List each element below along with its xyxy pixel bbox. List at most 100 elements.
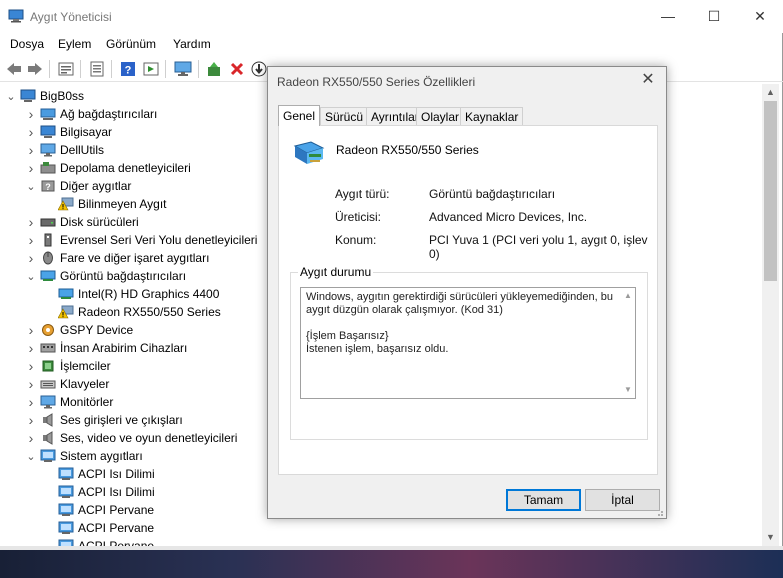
tree-category[interactable]: › Evrensel Seri Veri Yolu denetleyicileri	[26, 231, 258, 249]
display-adapter-icon	[293, 140, 325, 168]
resize-grip-icon[interactable]	[654, 506, 664, 516]
tree-category[interactable]: › İnsan Arabirim Cihazları	[26, 339, 188, 357]
location-label: Konum:	[335, 233, 377, 247]
properties-icon[interactable]	[57, 60, 75, 78]
tree-device[interactable]: Radeon RX550/550 Series	[44, 303, 221, 321]
tree-item-label: Evrensel Seri Veri Yolu denetleyicileri	[60, 233, 258, 247]
menu-view[interactable]: Görünüm	[106, 37, 156, 51]
close-button[interactable]: ✕	[737, 0, 783, 33]
svg-text:?: ?	[45, 182, 51, 192]
download-icon[interactable]	[250, 60, 268, 78]
tree-category[interactable]: › Bilgisayar	[26, 123, 112, 141]
ok-button[interactable]: Tamam	[506, 489, 581, 511]
uninstall-icon[interactable]	[228, 60, 246, 78]
chevron-down-icon[interactable]: ⌄	[6, 87, 16, 105]
tree-category[interactable]: › Ağ bağdaştırıcıları	[26, 105, 158, 123]
tree-root[interactable]: ⌄ BigB0ss	[6, 87, 84, 105]
tree-category[interactable]: › GSPY Device	[26, 321, 134, 339]
monitor-icon[interactable]	[174, 60, 192, 78]
chevron-right-icon[interactable]: ›	[26, 249, 36, 267]
chevron-right-icon[interactable]: ›	[26, 123, 36, 141]
tree-item-label: Diğer aygıtlar	[60, 179, 132, 193]
dialog-close-icon[interactable]: ✕	[638, 70, 658, 90]
speaker-icon	[40, 431, 56, 445]
tree-item-label: Bilgisayar	[60, 125, 113, 139]
chevron-right-icon[interactable]: ›	[26, 231, 36, 249]
properties-dialog: Radeon RX550/550 Series Özellikleri ✕ Ge…	[267, 66, 667, 519]
tree-category[interactable]: › Klavyeler	[26, 375, 110, 393]
chevron-right-icon[interactable]: ›	[26, 357, 36, 375]
back-icon[interactable]	[5, 60, 23, 78]
chevron-right-icon[interactable]: ›	[26, 159, 36, 177]
update-driver-icon[interactable]	[205, 60, 223, 78]
tree-device[interactable]: Intel(R) HD Graphics 4400	[44, 285, 219, 303]
tree-item-label: Disk sürücüleri	[60, 215, 139, 229]
tree-root-label: BigB0ss	[40, 89, 85, 103]
tab-general[interactable]: Genel	[278, 105, 321, 126]
tree-category[interactable]: › Ses, video ve oyun denetleyicileri	[26, 429, 238, 447]
forward-icon[interactable]	[26, 60, 44, 78]
menu-help[interactable]: Yardım	[173, 37, 211, 51]
device-status-textbox[interactable]: Windows, aygıtın gerektirdiği sürücüleri…	[300, 287, 636, 399]
chevron-right-icon[interactable]: ›	[26, 339, 36, 357]
tree-category[interactable]: › Fare ve diğer işaret aygıtları	[26, 249, 210, 267]
tree-category[interactable]: › Ses girişleri ve çıkışları	[26, 411, 183, 429]
tree-category[interactable]: ⌄? Diğer aygıtlar	[26, 177, 131, 195]
help-icon[interactable]: ?	[119, 60, 137, 78]
tree-category[interactable]: › Monitörler	[26, 393, 114, 411]
menu-action[interactable]: Eylem	[58, 37, 91, 51]
chevron-right-icon[interactable]: ›	[26, 105, 36, 123]
tab-driver[interactable]: Sürücü	[320, 107, 369, 125]
maximize-button[interactable]: ☐	[691, 0, 737, 33]
chevron-right-icon[interactable]: ›	[26, 375, 36, 393]
tree-category[interactable]: › DellUtils	[26, 141, 104, 159]
tab-events[interactable]: Olaylar	[416, 107, 465, 125]
scroll-down-arrow-icon[interactable]: ▼	[621, 385, 635, 394]
chevron-down-icon[interactable]: ⌄	[26, 447, 36, 465]
device-manager-icon	[8, 9, 24, 23]
tree-category[interactable]: › Disk sürücüleri	[26, 213, 139, 231]
device-type-label: Aygıt türü:	[335, 187, 390, 201]
chevron-right-icon[interactable]: ›	[26, 213, 36, 231]
tree-device[interactable]: ACPI Pervane	[44, 537, 154, 546]
view-icon[interactable]	[142, 60, 160, 78]
tree-device[interactable]: ACPI Pervane	[44, 519, 154, 537]
chevron-down-icon[interactable]: ⌄	[26, 177, 36, 195]
tab-resources[interactable]: Kaynaklar	[460, 107, 524, 125]
speaker-icon	[40, 413, 56, 427]
chevron-right-icon[interactable]: ›	[26, 429, 36, 447]
tree-category[interactable]: ⌄ Sistem aygıtları	[26, 447, 142, 465]
minimize-button[interactable]: —	[645, 0, 691, 33]
scroll-down-arrow-icon[interactable]: ▼	[762, 529, 779, 546]
scroll-up-arrow-icon[interactable]: ▲	[762, 84, 779, 101]
chevron-right-icon[interactable]: ›	[26, 141, 36, 159]
cancel-button[interactable]: İptal	[585, 489, 660, 511]
tree-category[interactable]: ⌄ Görüntü bağdaştırıcıları	[26, 267, 186, 285]
tree-category[interactable]: › İşlemciler	[26, 357, 111, 375]
tree-device[interactable]: Bilinmeyen Aygıt	[44, 195, 167, 213]
system-device-icon	[58, 539, 74, 546]
scroll-up-arrow-icon[interactable]: ▲	[621, 291, 635, 300]
tree-device[interactable]: ACPI Isı Dilimi	[44, 483, 155, 501]
tree-device[interactable]: ACPI Isı Dilimi	[44, 465, 155, 483]
status-scrollbar[interactable]: ▲ ▼	[621, 288, 635, 398]
chevron-down-icon[interactable]: ⌄	[26, 267, 36, 285]
tree-device[interactable]: ACPI Pervane	[44, 501, 154, 519]
menu-file[interactable]: Dosya	[10, 37, 44, 51]
tree-category[interactable]: › Depolama denetleyicileri	[26, 159, 191, 177]
chevron-right-icon[interactable]: ›	[26, 393, 36, 411]
chevron-right-icon[interactable]: ›	[26, 411, 36, 429]
storage-icon	[40, 161, 56, 175]
system-device-icon	[58, 521, 74, 535]
vertical-scrollbar[interactable]: ▲ ▼	[762, 84, 779, 546]
chevron-right-icon[interactable]: ›	[26, 321, 36, 339]
scrollbar-thumb[interactable]	[764, 101, 777, 281]
warning-device-icon	[57, 197, 74, 211]
usb-icon	[40, 233, 56, 247]
computer-icon	[20, 89, 36, 103]
desktop-background	[0, 550, 783, 578]
disk-icon	[40, 215, 56, 229]
tree-item-label: Ses, video ve oyun denetleyicileri	[60, 431, 238, 445]
tree-item-label: Ağ bağdaştırıcıları	[60, 107, 158, 121]
device-list-icon[interactable]	[88, 60, 106, 78]
